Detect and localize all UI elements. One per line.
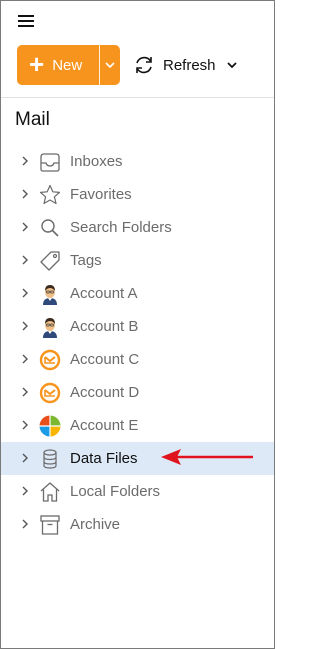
nav-item-label: Inboxes	[70, 153, 123, 170]
nav-item-account-a[interactable]: Account A	[1, 277, 274, 310]
archive-box-icon	[40, 515, 60, 535]
nav-item-label: Search Folders	[70, 219, 172, 236]
chevron-down-icon	[105, 62, 115, 69]
hamburger-menu-icon[interactable]	[17, 13, 37, 29]
house-icon	[40, 482, 60, 502]
database-icon	[43, 449, 57, 469]
search-icon	[41, 219, 59, 237]
chevron-right-icon[interactable]	[19, 353, 31, 365]
nav-item-local-folders[interactable]: Local Folders	[1, 475, 274, 508]
tag-icon	[40, 251, 60, 271]
new-button-label: New	[52, 56, 83, 74]
section-title-mail: Mail	[15, 109, 50, 130]
plus-icon: +	[29, 48, 45, 79]
nav-item-label: Favorites	[70, 186, 132, 203]
chevron-right-icon[interactable]	[19, 155, 31, 167]
microsoft-logo-icon	[39, 415, 61, 437]
nav-item-account-c[interactable]: Account C	[1, 343, 274, 376]
annotation-arrow-icon	[161, 449, 253, 465]
nav-item-label: Data Files	[70, 450, 138, 467]
nav-item-archive[interactable]: Archive	[1, 508, 274, 541]
nav-item-label: Local Folders	[70, 483, 161, 500]
nav-item-label: Account B	[70, 318, 139, 335]
new-button[interactable]: + New	[17, 45, 99, 85]
nav-item-label: Tags	[70, 252, 102, 269]
new-dropdown-button[interactable]	[100, 45, 120, 85]
nav-item-label: Account A	[70, 285, 138, 302]
nav-item-label: Account E	[70, 417, 139, 434]
nav-item-favorites[interactable]: Favorites	[1, 178, 274, 211]
split-divider	[99, 45, 100, 85]
nav-item-search-folders[interactable]: Search Folders	[1, 211, 274, 244]
nav-item-tags[interactable]: Tags	[1, 244, 274, 277]
nav-item-account-e[interactable]: Account E	[1, 409, 274, 442]
chevron-right-icon[interactable]	[19, 221, 31, 233]
nav-item-inboxes[interactable]: Inboxes	[1, 145, 274, 178]
chevron-right-icon[interactable]	[19, 188, 31, 200]
refresh-label: Refresh	[163, 56, 216, 74]
chevron-down-icon[interactable]	[226, 61, 238, 69]
nav-item-label: Account D	[70, 384, 140, 401]
user-avatar-icon	[43, 318, 57, 338]
chevron-right-icon[interactable]	[19, 518, 31, 530]
user-avatar-icon	[43, 285, 57, 305]
inbox-tray-icon	[40, 153, 60, 172]
star-icon	[39, 184, 61, 205]
chevron-right-icon[interactable]	[19, 287, 31, 299]
chevron-right-icon[interactable]	[19, 386, 31, 398]
emclient-logo-icon	[39, 349, 61, 371]
nav-item-label: Account C	[70, 351, 140, 368]
chevron-right-icon[interactable]	[19, 485, 31, 497]
chevron-right-icon[interactable]	[19, 254, 31, 266]
chevron-right-icon[interactable]	[19, 452, 31, 464]
chevron-right-icon[interactable]	[19, 320, 31, 332]
new-split-button: + New	[17, 45, 120, 85]
emclient-logo-icon	[39, 382, 61, 404]
sidebar-panel: + New Refresh Mail Inboxes Favorites Sea…	[0, 0, 275, 649]
refresh-icon	[136, 56, 152, 74]
folder-tree: Inboxes Favorites Search Folders Tags Ac…	[1, 145, 274, 541]
refresh-button[interactable]: Refresh	[133, 49, 238, 81]
nav-item-account-b[interactable]: Account B	[1, 310, 274, 343]
toolbar-divider	[1, 97, 274, 98]
nav-item-label: Archive	[70, 516, 121, 533]
chevron-right-icon[interactable]	[19, 419, 31, 431]
nav-item-account-d[interactable]: Account D	[1, 376, 274, 409]
